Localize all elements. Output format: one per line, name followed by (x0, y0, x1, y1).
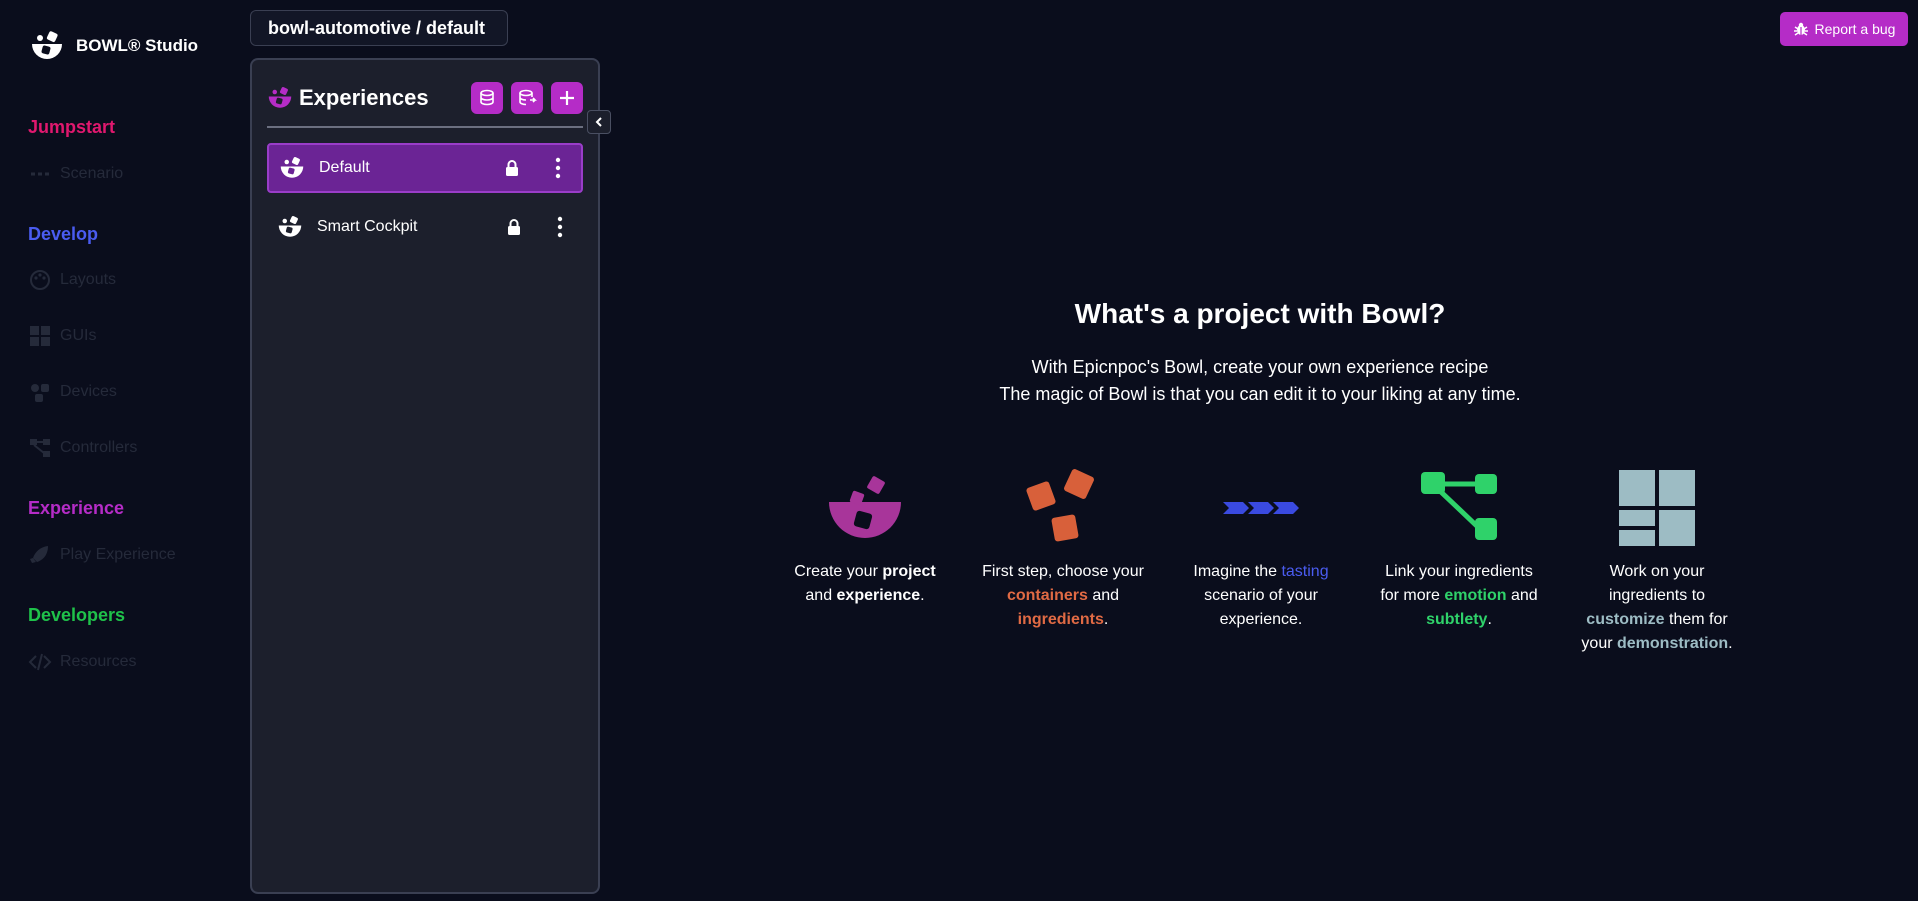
nav-section-experience: Experience (28, 498, 125, 518)
feature-text: Create your project and experience. (794, 563, 936, 604)
feature-customize: Work on your ingredients to customize th… (1572, 468, 1742, 656)
devices-icon (31, 384, 49, 402)
nav-section-jumpstart: Jumpstart (28, 117, 116, 137)
panel-title: Experiences (299, 85, 429, 110)
layout-grid-icon (1619, 470, 1695, 546)
nav-item-controllers[interactable]: Controllers (28, 436, 137, 460)
experience-item-smart-cockpit[interactable]: Smart Cockpit (267, 202, 583, 252)
experience-label: Smart Cockpit (317, 218, 418, 235)
bowl-icon (829, 476, 901, 538)
main-subtitle-line1: With Epicnpoc's Bowl, create your own ex… (1031, 357, 1489, 377)
nav-item-devices[interactable]: Devices (28, 380, 117, 404)
nav-item-guis[interactable]: GUIs (28, 324, 96, 348)
brand[interactable]: BOWL® Studio (30, 30, 198, 62)
feature-scenario: Imagine the tasting scenario of your exp… (1176, 468, 1346, 632)
project-breadcrumb[interactable]: bowl-automotive / default (250, 10, 508, 46)
feature-link: Link your ingredients for more emotion a… (1374, 468, 1544, 632)
palette-icon (30, 270, 50, 290)
feature-project: Create your project and experience. (780, 468, 950, 608)
report-bug-button[interactable]: Report a bug (1780, 12, 1908, 46)
bowl-icon (278, 216, 302, 237)
bowl-icon (280, 157, 304, 178)
nav-item-label: Resources (60, 653, 137, 670)
feature-containers: First step, choose your containers and i… (978, 468, 1148, 632)
nav-item-label: GUIs (60, 327, 97, 344)
feature-text: Work on your ingredients to customize th… (1581, 563, 1733, 652)
chevron-left-icon (595, 117, 602, 127)
code-icon (28, 653, 52, 671)
lock-icon[interactable] (503, 159, 521, 177)
grid-icon (30, 326, 50, 346)
arrows-icon (1223, 502, 1299, 514)
link-nodes-icon (1421, 472, 1497, 540)
controllers-icon (30, 439, 50, 457)
nav-section-develop: Develop (28, 224, 99, 244)
export-button[interactable] (511, 82, 543, 114)
nav-item-label: Play Experience (60, 546, 176, 563)
feature-text: Link your ingredients for more emotion a… (1380, 563, 1538, 628)
bowl-logo-icon (32, 31, 62, 59)
lock-icon[interactable] (505, 218, 523, 236)
nav-item-label: Controllers (60, 439, 138, 456)
nav-item-label: Devices (60, 383, 117, 400)
feature-text: Imagine the tasting scenario of your exp… (1193, 563, 1329, 628)
more-vertical-icon[interactable] (551, 216, 569, 238)
bug-icon (1793, 22, 1808, 36)
experience-item-default[interactable]: Default (267, 143, 583, 193)
sidebar: BOWL® Studio Jumpstart Scenario Develop … (0, 0, 240, 901)
database-import-icon (480, 89, 494, 106)
nav-item-scenario[interactable]: Scenario (28, 162, 123, 186)
ingredients-icon (1026, 469, 1094, 542)
scenario-icon (31, 172, 49, 176)
bowl-icon (268, 87, 292, 108)
nav-item-label: Scenario (60, 165, 124, 182)
main-subtitle-line2: The magic of Bowl is that you can edit i… (999, 384, 1521, 404)
database-export-icon (519, 89, 537, 106)
brand-name: BOWL® Studio (76, 36, 199, 55)
feature-text: First step, choose your containers and i… (982, 563, 1144, 628)
nav-section-developers: Developers (28, 605, 126, 625)
nav-item-resources[interactable]: Resources (28, 650, 136, 674)
nav-item-label: Layouts (60, 271, 117, 288)
nav-item-layouts[interactable]: Layouts (28, 268, 116, 292)
rocket-icon (30, 546, 48, 563)
add-experience-button[interactable] (551, 82, 583, 114)
collapse-panel-button[interactable] (587, 110, 611, 134)
report-bug-label: Report a bug (1814, 21, 1896, 37)
experience-label: Default (319, 159, 370, 176)
experiences-panel: Experiences Default Smart Cockpit (250, 58, 600, 894)
panel-header: Experiences (267, 78, 583, 118)
main-title: What's a project with Bowl? (1074, 298, 1446, 329)
import-button[interactable] (471, 82, 503, 114)
nav-item-play-experience[interactable]: Play Experience (28, 543, 176, 567)
plus-icon (560, 91, 574, 105)
panel-divider (267, 126, 583, 128)
more-vertical-icon[interactable] (549, 157, 567, 179)
